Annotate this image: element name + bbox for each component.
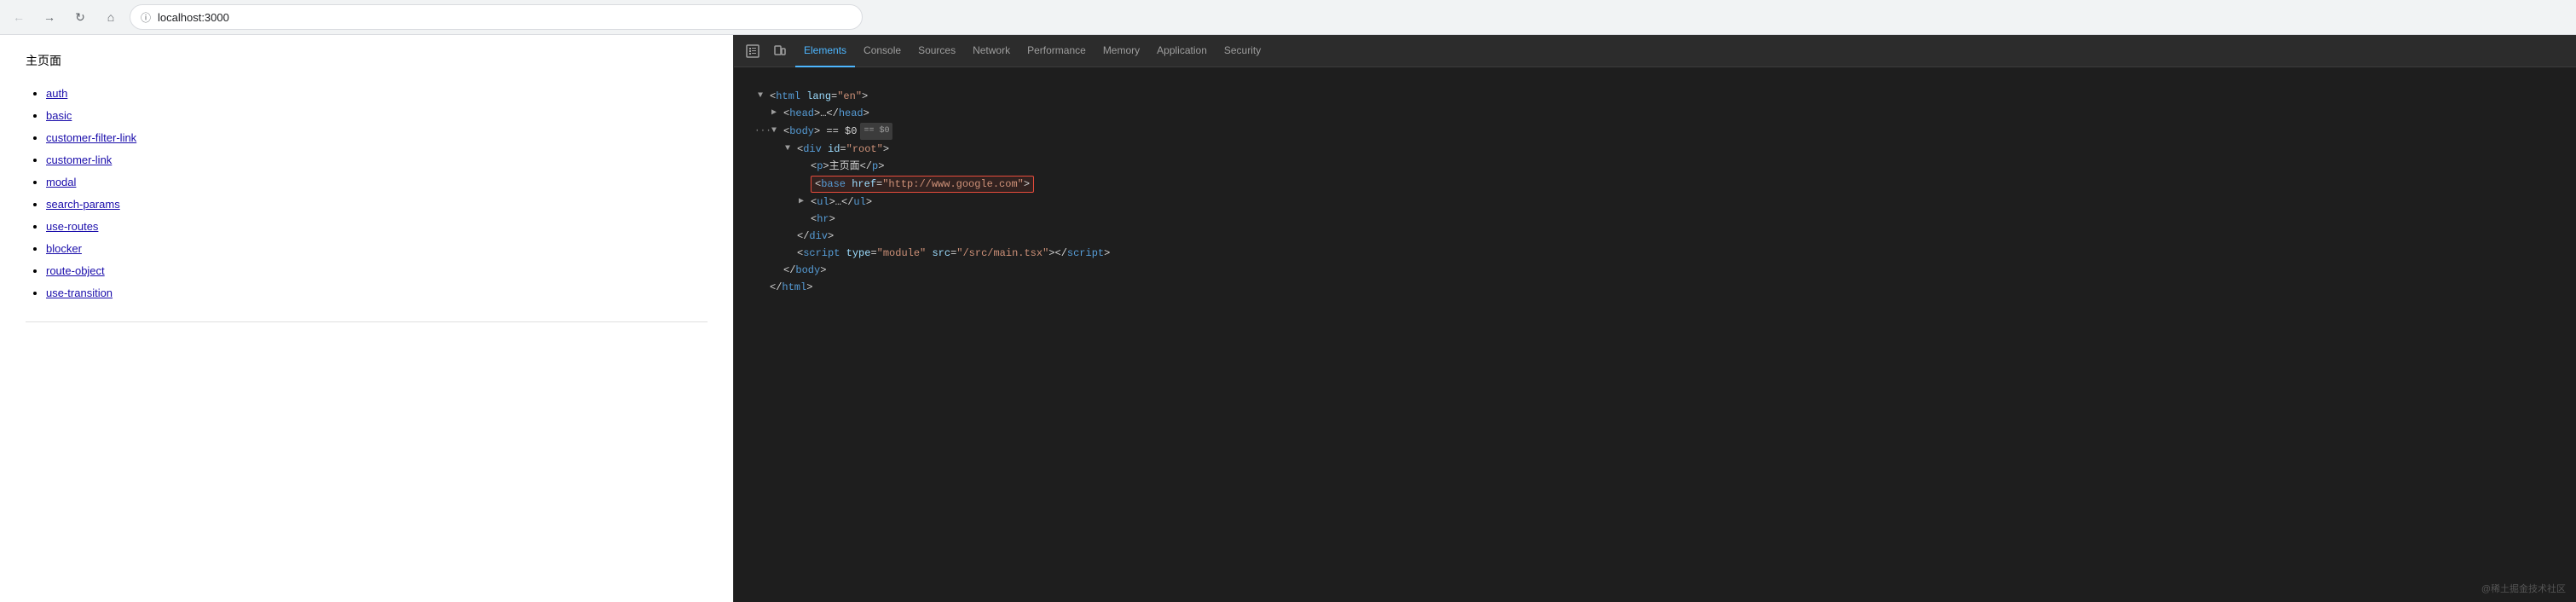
dom-arrow[interactable] [799, 194, 809, 210]
devtools-tab-elements[interactable]: Elements [795, 35, 855, 67]
devtools-tab-memory[interactable]: Memory [1095, 35, 1148, 67]
dom-line[interactable]: </div> [734, 228, 2576, 245]
dom-content: <body> == $0 [783, 124, 857, 139]
dom-line[interactable]: <ul>…</ul> [734, 194, 2576, 211]
dom-content: <ul>…</ul> [811, 194, 872, 210]
page-content: 主页面 auth basic customer-filter-link custome… [0, 35, 733, 602]
devtools-tab-security[interactable]: Security [1216, 35, 1269, 67]
dollar-badge: == $0 [860, 123, 892, 140]
devtools-tab-sources[interactable]: Sources [910, 35, 964, 67]
inspect-element-button[interactable] [741, 39, 765, 63]
line-marker: ··· [754, 124, 768, 139]
page-link[interactable]: basic [46, 109, 72, 122]
devtools-tab-application[interactable]: Application [1148, 35, 1216, 67]
dom-line[interactable]: ··· <body> == $0== $0 [734, 122, 2576, 141]
reload-button[interactable]: ↻ [68, 5, 92, 29]
forward-button[interactable]: → [38, 5, 61, 29]
devtools-panel: ElementsConsoleSourcesNetworkPerformance… [733, 35, 2576, 602]
dom-line[interactable]: <script type="module" src="/src/main.tsx… [734, 245, 2576, 262]
dom-arrow[interactable] [785, 142, 795, 157]
page-link[interactable]: auth [46, 87, 67, 100]
dom-line[interactable]: </html> [734, 279, 2576, 296]
main-area: 主页面 auth basic customer-filter-link custome… [0, 35, 2576, 602]
dom-line[interactable]: <p>主页面</p> [734, 158, 2576, 175]
page-link[interactable]: use-routes [46, 220, 98, 233]
dom-line[interactable]: <hr> [734, 211, 2576, 228]
device-toolbar-button[interactable] [768, 39, 792, 63]
dom-content: <p>主页面</p> [811, 159, 884, 174]
home-button[interactable]: ⌂ [99, 5, 123, 29]
dom-content: <head>…</head> [783, 106, 869, 121]
lock-icon: ⓘ [141, 10, 151, 25]
dom-content: </body> [783, 263, 826, 278]
dom-content: </div> [797, 229, 834, 244]
devtools-tab-network[interactable]: Network [964, 35, 1019, 67]
dom-line[interactable]: <base href="http://www.google.com"> [734, 175, 2576, 194]
page-title: 主页面 [26, 52, 708, 69]
page-link[interactable]: blocker [46, 242, 82, 255]
page-divider [26, 321, 708, 322]
page-link[interactable]: customer-filter-link [46, 131, 136, 144]
page-link[interactable]: customer-link [46, 153, 112, 166]
page-link[interactable]: search-params [46, 198, 120, 211]
dom-line[interactable]: </body> [734, 262, 2576, 279]
devtools-tab-console[interactable]: Console [855, 35, 910, 67]
back-button[interactable]: ← [7, 5, 31, 29]
address-text: localhost:3000 [158, 11, 229, 24]
dom-content: <div id="root"> [797, 142, 889, 157]
dom-arrow[interactable] [771, 106, 782, 121]
dom-line[interactable]: <head>…</head> [734, 105, 2576, 122]
page-links: auth basic customer-filter-link customer-li… [26, 83, 708, 304]
dom-line[interactable]: <html lang="en"> [734, 88, 2576, 105]
page-link[interactable]: use-transition [46, 287, 113, 299]
page-link[interactable]: modal [46, 176, 76, 188]
devtools-toolbar: ElementsConsoleSourcesNetworkPerformance… [734, 35, 2576, 67]
dom-line[interactable]: <div id="root"> [734, 141, 2576, 158]
address-bar-row: ← → ↻ ⌂ ⓘ localhost:3000 [0, 0, 2576, 34]
browser-chrome: ← → ↻ ⌂ ⓘ localhost:3000 [0, 0, 2576, 35]
dom-arrow[interactable] [758, 89, 768, 104]
address-box: ⓘ localhost:3000 [130, 4, 863, 30]
dom-arrow[interactable] [771, 124, 782, 139]
watermark: @稀土掘金技术社区 [2481, 582, 2566, 595]
page-link[interactable]: route-object [46, 264, 105, 277]
devtools-tab-performance[interactable]: Performance [1019, 35, 1095, 67]
dom-content: <hr> [811, 211, 835, 227]
dom-content: </html> [770, 280, 812, 295]
devtools-tabs: ElementsConsoleSourcesNetworkPerformance… [795, 35, 1269, 67]
dom-line[interactable] [734, 71, 2576, 88]
dom-content: <script type="module" src="/src/main.tsx… [797, 246, 1110, 261]
dom-content: <base href="http://www.google.com"> [811, 176, 1034, 193]
devtools-dom-tree: <html lang="en"> <head>…</head> ··· <body> … [734, 67, 2576, 602]
dom-content: <html lang="en"> [770, 89, 868, 104]
